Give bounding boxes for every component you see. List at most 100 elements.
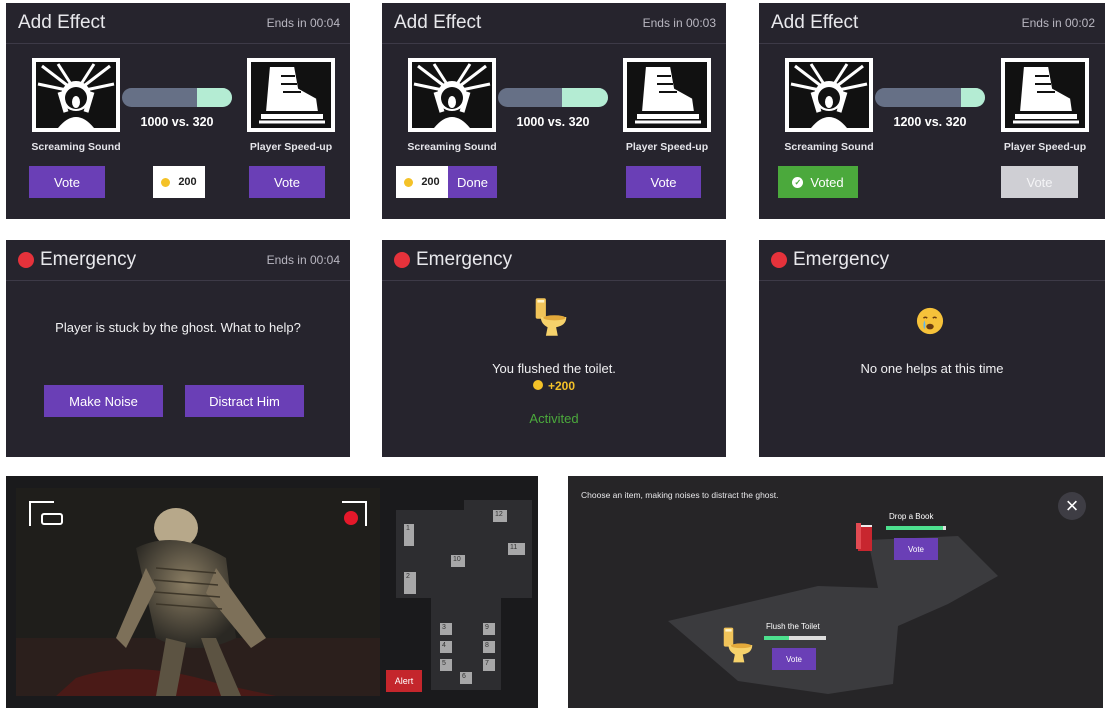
map-room-4[interactable]: 4 (440, 641, 452, 653)
vote-progress-fill (196, 88, 232, 107)
alert-dot-icon (771, 252, 787, 268)
toilet-icon (535, 298, 567, 336)
countdown-timer: Ends in 00:04 (266, 16, 340, 30)
right-effect-label: Player Speed-up (625, 141, 709, 153)
recording-dot-icon (344, 511, 358, 525)
coin-amount: 200 (178, 176, 197, 188)
screaming-person-icon (36, 62, 116, 128)
camera-battery-icon (41, 513, 63, 525)
distraction-overlay: Choose an item, making noises to distrac… (568, 476, 1103, 708)
emergency-panel-1: Emergency Ends in 00:04 Player is stuck … (6, 240, 350, 457)
activation-status: Activited (529, 411, 579, 426)
drop-book-progress (886, 526, 946, 530)
coin-icon (404, 177, 414, 187)
panel-title: Emergency (416, 249, 513, 270)
panel-title: Add Effect (394, 12, 482, 33)
flush-toilet-label: Flush the Toilet (766, 622, 820, 631)
drop-book-label: Drop a Book (889, 512, 934, 521)
security-camera-view: 1 2 10 11 12 3 4 5 6 7 8 9 Alert (6, 476, 538, 708)
vote-progress-fill (960, 88, 985, 107)
no-help-message: No one helps at this time (860, 361, 1004, 376)
map-room-8[interactable]: 8 (483, 641, 495, 653)
check-circle-icon: ✓ (792, 176, 804, 188)
map-room-3[interactable]: 3 (440, 623, 452, 635)
map-room-5[interactable]: 5 (440, 659, 452, 671)
flush-toilet-progress-fill (764, 636, 789, 640)
make-noise-button[interactable]: Make Noise (44, 385, 163, 417)
player-speedup-card[interactable] (623, 58, 711, 132)
countdown-timer: Ends in 00:02 (1021, 16, 1095, 30)
vote-score: 1000 vs. 320 (516, 115, 590, 129)
map-room-9[interactable]: 9 (483, 623, 495, 635)
coin-cost: 200 (396, 166, 448, 198)
alert-dot-icon (394, 252, 410, 268)
flush-toilet-vote-button[interactable]: Vote (772, 648, 816, 670)
panel-header: Emergency Ends in 00:04 (6, 240, 350, 281)
map-room-2[interactable]: 2 (404, 572, 416, 594)
book-icon[interactable] (855, 520, 875, 554)
left-effect-label: Screaming Sound (31, 141, 121, 153)
coin-cost: 200 (153, 166, 205, 198)
emergency-question: Player is stuck by the ghost. What to he… (55, 320, 301, 335)
screaming-person-icon (412, 62, 492, 128)
panel-title: Emergency (793, 249, 890, 270)
coin-amount: 200 (421, 176, 440, 188)
panel-header: Emergency (759, 240, 1105, 281)
vote-left-button[interactable]: Vote (29, 166, 105, 198)
screaming-sound-card[interactable] (785, 58, 873, 132)
left-effect-label: Screaming Sound (407, 141, 497, 153)
toilet-icon[interactable] (721, 626, 755, 664)
map-room-1[interactable]: 1 (404, 524, 414, 546)
right-effect-label: Player Speed-up (249, 141, 333, 153)
flush-toilet-progress (764, 636, 826, 640)
panel-header: Add Effect Ends in 00:02 (759, 3, 1105, 44)
vote-progress-bar (498, 88, 608, 107)
skate-shoe-icon (251, 62, 331, 128)
drop-book-progress-fill (886, 526, 943, 530)
map-room-6[interactable]: 6 (460, 672, 472, 684)
vote-panel-1: Add Effect Ends in 00:04 Screaming Sound… (6, 3, 350, 219)
vote-right-button[interactable]: Vote (626, 166, 701, 198)
viewfinder-corners (29, 501, 367, 526)
panel-title: Add Effect (771, 12, 859, 33)
done-button[interactable]: Done (448, 166, 497, 198)
vote-right-button[interactable]: Vote (249, 166, 325, 198)
screaming-sound-card[interactable] (32, 58, 120, 132)
vote-score: 1000 vs. 320 (140, 115, 214, 129)
skate-shoe-icon (1005, 62, 1085, 128)
drop-book-vote-button[interactable]: Vote (894, 538, 938, 560)
map-room-7[interactable]: 7 (483, 659, 495, 671)
crying-face-icon (916, 307, 944, 335)
alert-dot-icon (18, 252, 34, 268)
distract-him-button[interactable]: Distract Him (185, 385, 304, 417)
emergency-panel-2: Emergency You flushed the toilet. +200 A… (382, 240, 726, 457)
panel-title: Add Effect (18, 12, 106, 33)
map-room-10[interactable]: 10 (451, 555, 465, 567)
player-speedup-card[interactable] (1001, 58, 1089, 132)
map-room-12[interactable]: 12 (493, 510, 507, 522)
countdown-timer: Ends in 00:03 (642, 16, 716, 30)
panel-header: Emergency (382, 240, 726, 281)
voted-button: ✓ Voted (778, 166, 858, 198)
map-room-11[interactable]: 11 (508, 543, 525, 555)
skate-shoe-icon (627, 62, 707, 128)
player-speedup-card[interactable] (247, 58, 335, 132)
voted-label: Voted (810, 174, 844, 190)
vote-panel-2: Add Effect Ends in 00:03 Screaming Sound… (382, 3, 726, 219)
screaming-person-icon (789, 62, 869, 128)
left-effect-label: Screaming Sound (784, 141, 874, 153)
vote-progress-bar (122, 88, 232, 107)
flush-message: You flushed the toilet. (492, 361, 616, 376)
camera-feed (16, 488, 380, 696)
reward-line: +200 (382, 379, 726, 393)
coin-icon (532, 380, 543, 390)
floor-map: 1 2 10 11 12 3 4 5 6 7 8 9 (396, 500, 532, 690)
panel-header: Add Effect Ends in 00:03 (382, 3, 726, 44)
screaming-sound-card[interactable] (408, 58, 496, 132)
coin-icon (161, 177, 171, 187)
alert-button[interactable]: Alert (386, 670, 422, 692)
reward-amount: +200 (547, 379, 576, 393)
vote-progress-bar (875, 88, 985, 107)
right-effect-label: Player Speed-up (1003, 141, 1087, 153)
panel-title: Emergency (40, 249, 137, 270)
